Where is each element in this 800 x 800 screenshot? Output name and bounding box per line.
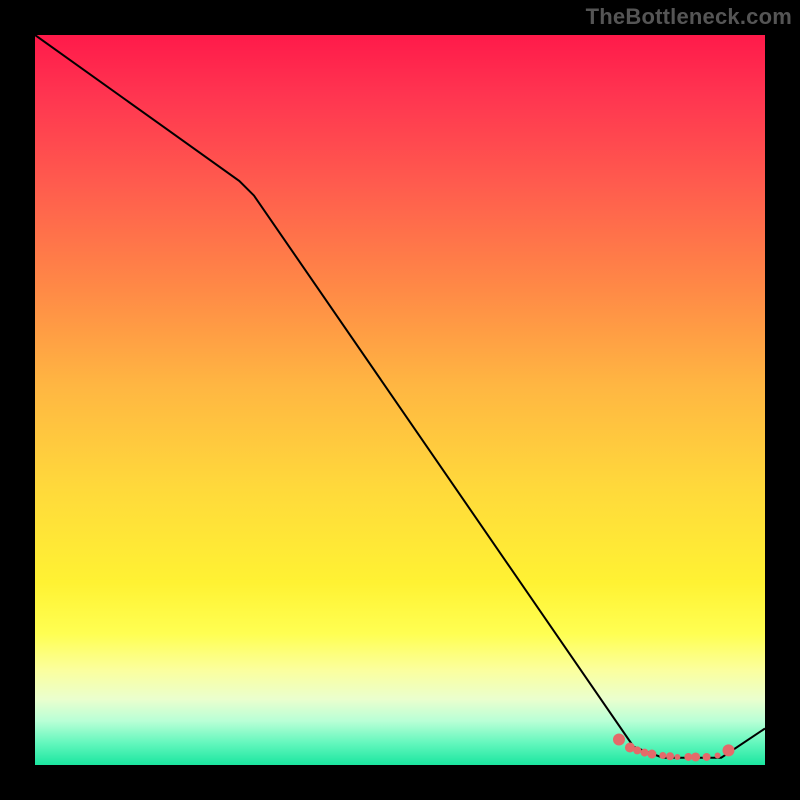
- chart-marker: [715, 753, 721, 759]
- chart-marker-cluster: [613, 733, 735, 761]
- chart-marker: [703, 753, 711, 761]
- chart-marker: [659, 752, 666, 759]
- watermark-text: TheBottleneck.com: [586, 4, 792, 30]
- chart-marker: [684, 753, 692, 761]
- chart-frame: TheBottleneck.com: [0, 0, 800, 800]
- chart-line: [35, 35, 765, 758]
- chart-marker: [633, 746, 641, 754]
- plot-area: [35, 35, 765, 765]
- chart-marker: [666, 752, 674, 760]
- chart-marker: [723, 744, 735, 756]
- chart-marker: [674, 754, 680, 760]
- chart-svg: [35, 35, 765, 765]
- chart-marker: [613, 733, 625, 745]
- chart-marker: [641, 749, 649, 757]
- chart-marker: [647, 750, 656, 759]
- chart-marker: [691, 752, 700, 761]
